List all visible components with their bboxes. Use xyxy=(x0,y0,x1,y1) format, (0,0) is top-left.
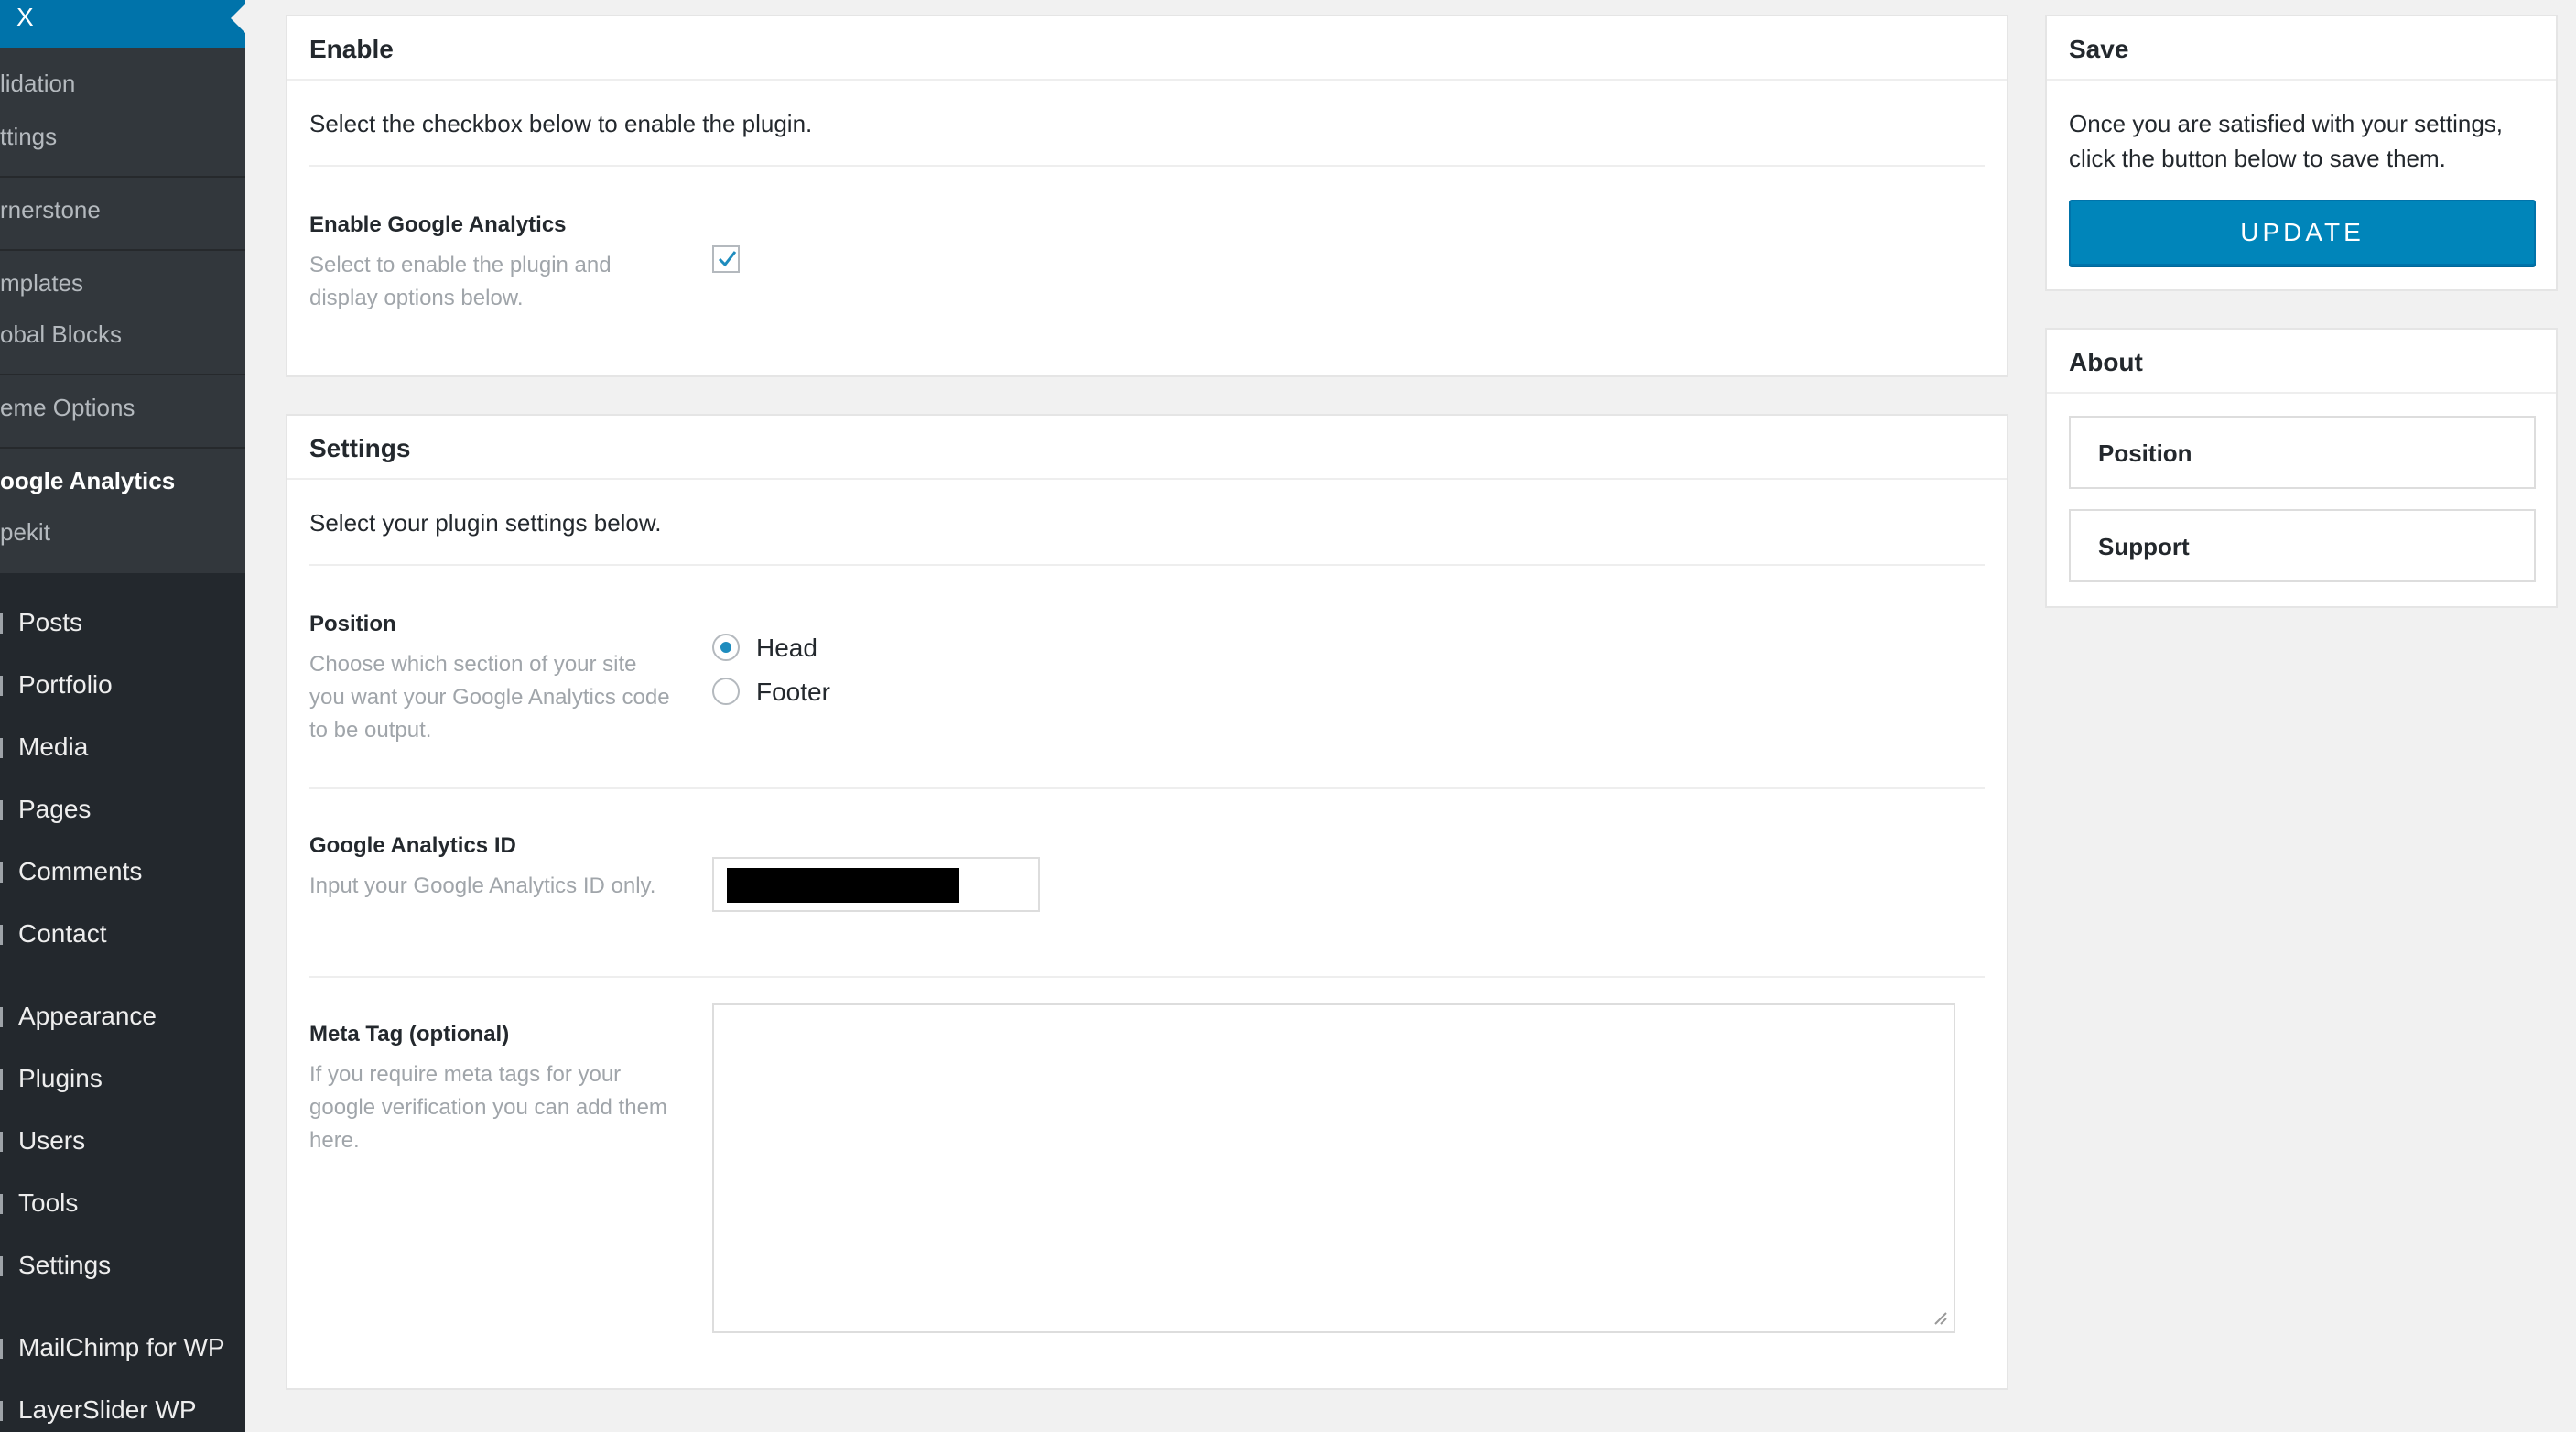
enable-divider xyxy=(309,165,1985,167)
about-item-position[interactable]: Position xyxy=(2069,416,2536,489)
menu-marker xyxy=(0,1007,3,1027)
update-button[interactable]: UPDATE xyxy=(2069,200,2536,266)
about-panel: About Position Support xyxy=(2045,328,2558,608)
position-radio-footer[interactable] xyxy=(712,678,740,705)
sidebar-item-users[interactable]: Users xyxy=(18,1126,85,1155)
sidebar-item-pages[interactable]: Pages xyxy=(18,795,91,824)
submenu-item-validation[interactable]: lidation xyxy=(0,70,75,97)
sidebar-item-posts[interactable]: Posts xyxy=(18,608,82,637)
submenu-item-typekit[interactable]: pekit xyxy=(0,518,50,546)
sidebar-item-plugins[interactable]: Plugins xyxy=(18,1064,103,1093)
enable-ga-checkbox[interactable] xyxy=(712,245,740,273)
menu-marker xyxy=(0,1339,3,1359)
meta-tag-textarea[interactable] xyxy=(712,1003,1955,1333)
position-radio-footer-label[interactable]: Footer xyxy=(756,678,830,707)
settings-divider xyxy=(309,564,1985,566)
menu-marker xyxy=(0,676,3,696)
submenu-item-global-blocks[interactable]: obal Blocks xyxy=(0,320,122,348)
sidebar-item-tools[interactable]: Tools xyxy=(18,1188,78,1218)
ga-id-label: Google Analytics ID xyxy=(309,833,516,858)
settings-panel: Settings Select your plugin settings bel… xyxy=(286,414,2008,1390)
sidebar-item-portfolio[interactable]: Portfolio xyxy=(18,670,113,700)
menu-marker xyxy=(0,1401,3,1421)
about-item-support-label: Support xyxy=(2098,533,2190,560)
sidebar-submenu: lidation ttings rnerstone mplates obal B… xyxy=(0,48,245,573)
submenu-item-templates[interactable]: mplates xyxy=(0,269,83,297)
enable-panel: Enable Select the checkbox below to enab… xyxy=(286,15,2008,377)
resize-grip-icon[interactable] xyxy=(1933,1311,1948,1326)
sidebar-current-label: X xyxy=(16,3,34,31)
sidebar-item-layerslider[interactable]: LayerSlider WP xyxy=(18,1395,197,1425)
about-item-position-label: Position xyxy=(2098,439,2192,467)
sidebar-item-contact[interactable]: Contact xyxy=(18,919,107,949)
submenu-divider xyxy=(0,176,245,178)
position-label: Position xyxy=(309,612,396,636)
about-panel-header: About xyxy=(2047,330,2556,394)
ga-id-input[interactable] xyxy=(712,857,1040,912)
menu-marker xyxy=(0,1069,3,1090)
sidebar-item-mailchimp[interactable]: MailChimp for WP xyxy=(18,1333,225,1362)
enable-panel-header: Enable xyxy=(287,16,2007,81)
submenu-item-settings[interactable]: ttings xyxy=(0,123,57,150)
redacted-value xyxy=(727,868,959,903)
settings-divider xyxy=(309,976,1985,978)
enable-ga-description: Select to enable the plugin and display … xyxy=(309,253,612,310)
checkmark-icon xyxy=(718,251,737,267)
menu-marker xyxy=(0,925,3,945)
menu-marker xyxy=(0,613,3,634)
enable-intro-text: Select the checkbox below to enable the … xyxy=(309,110,813,137)
save-panel-title: Save xyxy=(2069,35,2129,63)
settings-intro-text: Select your plugin settings below. xyxy=(309,509,662,537)
submenu-divider xyxy=(0,374,245,375)
settings-panel-title: Settings xyxy=(309,434,411,462)
current-arrow-icon xyxy=(231,4,245,33)
save-panel-header: Save xyxy=(2047,16,2556,81)
ga-id-description: Input your Google Analytics ID only. xyxy=(309,873,656,898)
meta-tag-label: Meta Tag (optional) xyxy=(309,1022,510,1047)
menu-marker xyxy=(0,738,3,758)
settings-divider xyxy=(309,787,1985,789)
save-panel: Save Once you are satisfied with your se… xyxy=(2045,15,2558,291)
sidebar-item-settings[interactable]: Settings xyxy=(18,1251,111,1280)
enable-panel-title: Enable xyxy=(309,35,394,63)
admin-sidebar: X lidation ttings rnerstone mplates obal… xyxy=(0,0,245,1432)
menu-marker xyxy=(0,1132,3,1152)
sidebar-item-comments[interactable]: Comments xyxy=(18,857,142,886)
position-radio-head[interactable] xyxy=(712,634,740,661)
menu-marker xyxy=(0,1194,3,1214)
submenu-item-cornerstone[interactable]: rnerstone xyxy=(0,196,101,223)
sidebar-item-media[interactable]: Media xyxy=(18,732,88,762)
sidebar-current-menu[interactable]: X xyxy=(0,0,245,48)
about-panel-title: About xyxy=(2069,348,2143,376)
submenu-divider xyxy=(0,249,245,251)
submenu-divider xyxy=(0,447,245,449)
menu-marker xyxy=(0,862,3,883)
position-radio-head-label[interactable]: Head xyxy=(756,634,817,663)
sidebar-item-appearance[interactable]: Appearance xyxy=(18,1002,157,1031)
menu-marker xyxy=(0,1256,3,1276)
submenu-item-google-analytics[interactable]: oogle Analytics xyxy=(0,467,175,494)
submenu-item-theme-options[interactable]: eme Options xyxy=(0,394,135,421)
enable-ga-label: Enable Google Analytics xyxy=(309,212,567,237)
save-instructions: Once you are satisfied with your setting… xyxy=(2069,110,2504,172)
about-item-support[interactable]: Support xyxy=(2069,509,2536,582)
position-description: Choose which section of your site you wa… xyxy=(309,652,670,743)
menu-marker xyxy=(0,800,3,820)
meta-tag-description: If you require meta tags for your google… xyxy=(309,1062,667,1153)
settings-panel-header: Settings xyxy=(287,416,2007,480)
